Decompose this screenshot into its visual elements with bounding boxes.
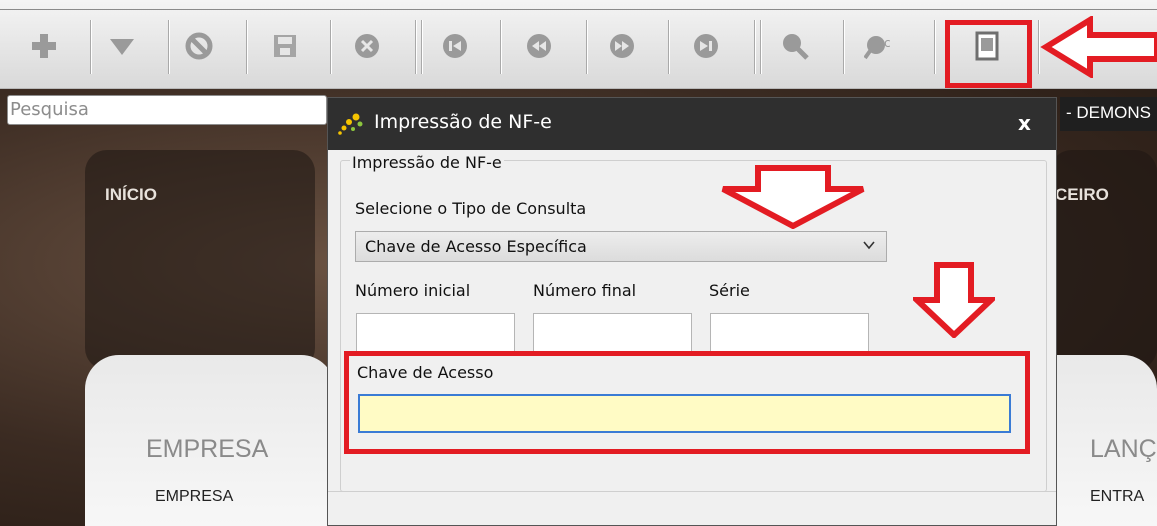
toolbar-separator [843, 20, 844, 74]
save-button[interactable] [260, 26, 310, 66]
search-button[interactable] [770, 26, 820, 66]
delete-button[interactable] [342, 26, 392, 66]
numero-final-input[interactable] [533, 313, 692, 355]
toolbar-separator [330, 20, 331, 74]
toolbar-separator [90, 20, 91, 74]
app-logo-icon [338, 113, 363, 135]
numero-final-label: Número final [533, 281, 637, 300]
close-button[interactable]: x [1018, 111, 1031, 135]
delete-icon [355, 34, 379, 58]
consulta-type-select[interactable]: Chave de Acesso Específica [355, 231, 887, 262]
dropdown-button[interactable] [97, 26, 147, 66]
toolbar-separator [500, 20, 501, 74]
toolbar-separator [760, 20, 761, 74]
add-icon [32, 34, 56, 58]
next-record-icon [610, 34, 634, 58]
last-record-icon [694, 34, 718, 58]
section-title-lancamentos: LANÇ [1090, 435, 1157, 463]
menu-label-financeiro: CEIRO [1055, 185, 1109, 204]
consulta-type-value: Chave de Acesso Específica [365, 237, 587, 256]
dialog-title-bar[interactable]: Impressão de NF-e x [328, 98, 1056, 150]
menu-tile-financeiro[interactable] [1050, 150, 1157, 370]
cancel-button[interactable] [174, 26, 224, 66]
toolbar-separator [1038, 20, 1039, 74]
toolbar-separator [168, 20, 169, 74]
toolbar-separator [934, 20, 935, 74]
toolbar-separator [668, 20, 669, 74]
toolbar-separator [415, 20, 416, 74]
numero-inicial-input[interactable] [356, 313, 515, 355]
dropdown-icon [110, 39, 134, 55]
dialog-footer-divider [328, 491, 1056, 492]
first-record-icon [443, 34, 467, 58]
section-title-empresa: EMPRESA [146, 435, 269, 463]
serie-input[interactable] [710, 313, 869, 355]
toolbar-separator [586, 20, 587, 74]
section-item-entradas[interactable]: ENTRA [1090, 488, 1144, 506]
consulta-type-label: Selecione o Tipo de Consulta [355, 199, 587, 218]
save-icon [274, 35, 296, 57]
toolbar-separator [754, 20, 755, 74]
svg-text:c: c [884, 36, 891, 50]
menu-tile-inicio[interactable] [85, 150, 315, 370]
toolbar: c [0, 0, 1157, 89]
chave-acesso-highlight [344, 351, 1030, 454]
print-button-highlight [945, 20, 1032, 88]
previous-record-button[interactable] [514, 26, 564, 66]
cancel-icon [185, 32, 213, 60]
next-record-button[interactable] [597, 26, 647, 66]
dialog-title: Impressão de NF-e [374, 111, 552, 133]
section-item-empresa[interactable]: EMPRESA [155, 488, 233, 506]
advanced-search-icon: c [864, 36, 891, 60]
group-legend: Impressão de NF-e [350, 153, 504, 172]
last-record-button[interactable] [681, 26, 731, 66]
serie-label: Série [709, 281, 750, 300]
annotation-arrow-down-consulta [721, 165, 865, 229]
search-icon [783, 34, 809, 60]
first-record-button[interactable] [430, 26, 480, 66]
add-button[interactable] [19, 26, 69, 66]
previous-record-icon [527, 34, 551, 58]
toolbar-separator [421, 20, 422, 74]
chevron-down-icon [863, 241, 875, 250]
annotation-arrow-left [1040, 16, 1157, 78]
advanced-search-button[interactable]: c [856, 26, 906, 66]
menu-label-inicio: INÍCIO [105, 185, 157, 204]
toolbar-top-line [0, 9, 1157, 10]
company-header-label: - DEMONS [1060, 97, 1157, 131]
numero-inicial-label: Número inicial [355, 281, 471, 300]
search-input[interactable]: Pesquisa [7, 95, 327, 125]
toolbar-separator [246, 20, 247, 74]
annotation-arrow-down-chave [913, 262, 995, 338]
